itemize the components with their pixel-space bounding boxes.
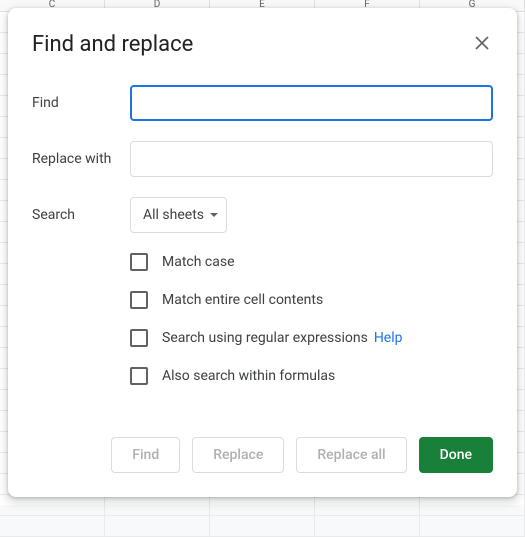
close-button[interactable] — [471, 32, 493, 54]
formulas-checkbox[interactable] — [130, 367, 148, 385]
close-icon — [475, 36, 489, 50]
regex-label: Search using regular expressionsHelp — [162, 330, 403, 346]
replace-button[interactable]: Replace — [192, 437, 284, 473]
replace-all-button[interactable]: Replace all — [296, 437, 406, 473]
find-label: Find — [32, 95, 130, 111]
find-button[interactable]: Find — [111, 437, 180, 473]
search-label: Search — [32, 207, 130, 223]
replace-with-label: Replace with — [32, 151, 130, 167]
dialog-title: Find and replace — [32, 32, 193, 57]
replace-with-input[interactable] — [130, 141, 493, 177]
match-entire-label: Match entire cell contents — [162, 292, 323, 308]
done-button[interactable]: Done — [419, 437, 493, 473]
find-input[interactable] — [130, 85, 493, 121]
match-entire-checkbox[interactable] — [130, 291, 148, 309]
formulas-label: Also search within formulas — [162, 368, 335, 384]
match-case-checkbox[interactable] — [130, 253, 148, 271]
search-scope-value: All sheets — [143, 207, 204, 223]
regex-checkbox[interactable] — [130, 329, 148, 347]
chevron-down-icon — [210, 213, 218, 217]
find-replace-dialog: Find and replace Find Replace with Searc… — [8, 8, 517, 497]
search-scope-select[interactable]: All sheets — [130, 197, 227, 233]
help-link[interactable]: Help — [374, 330, 403, 346]
match-case-label: Match case — [162, 254, 235, 270]
